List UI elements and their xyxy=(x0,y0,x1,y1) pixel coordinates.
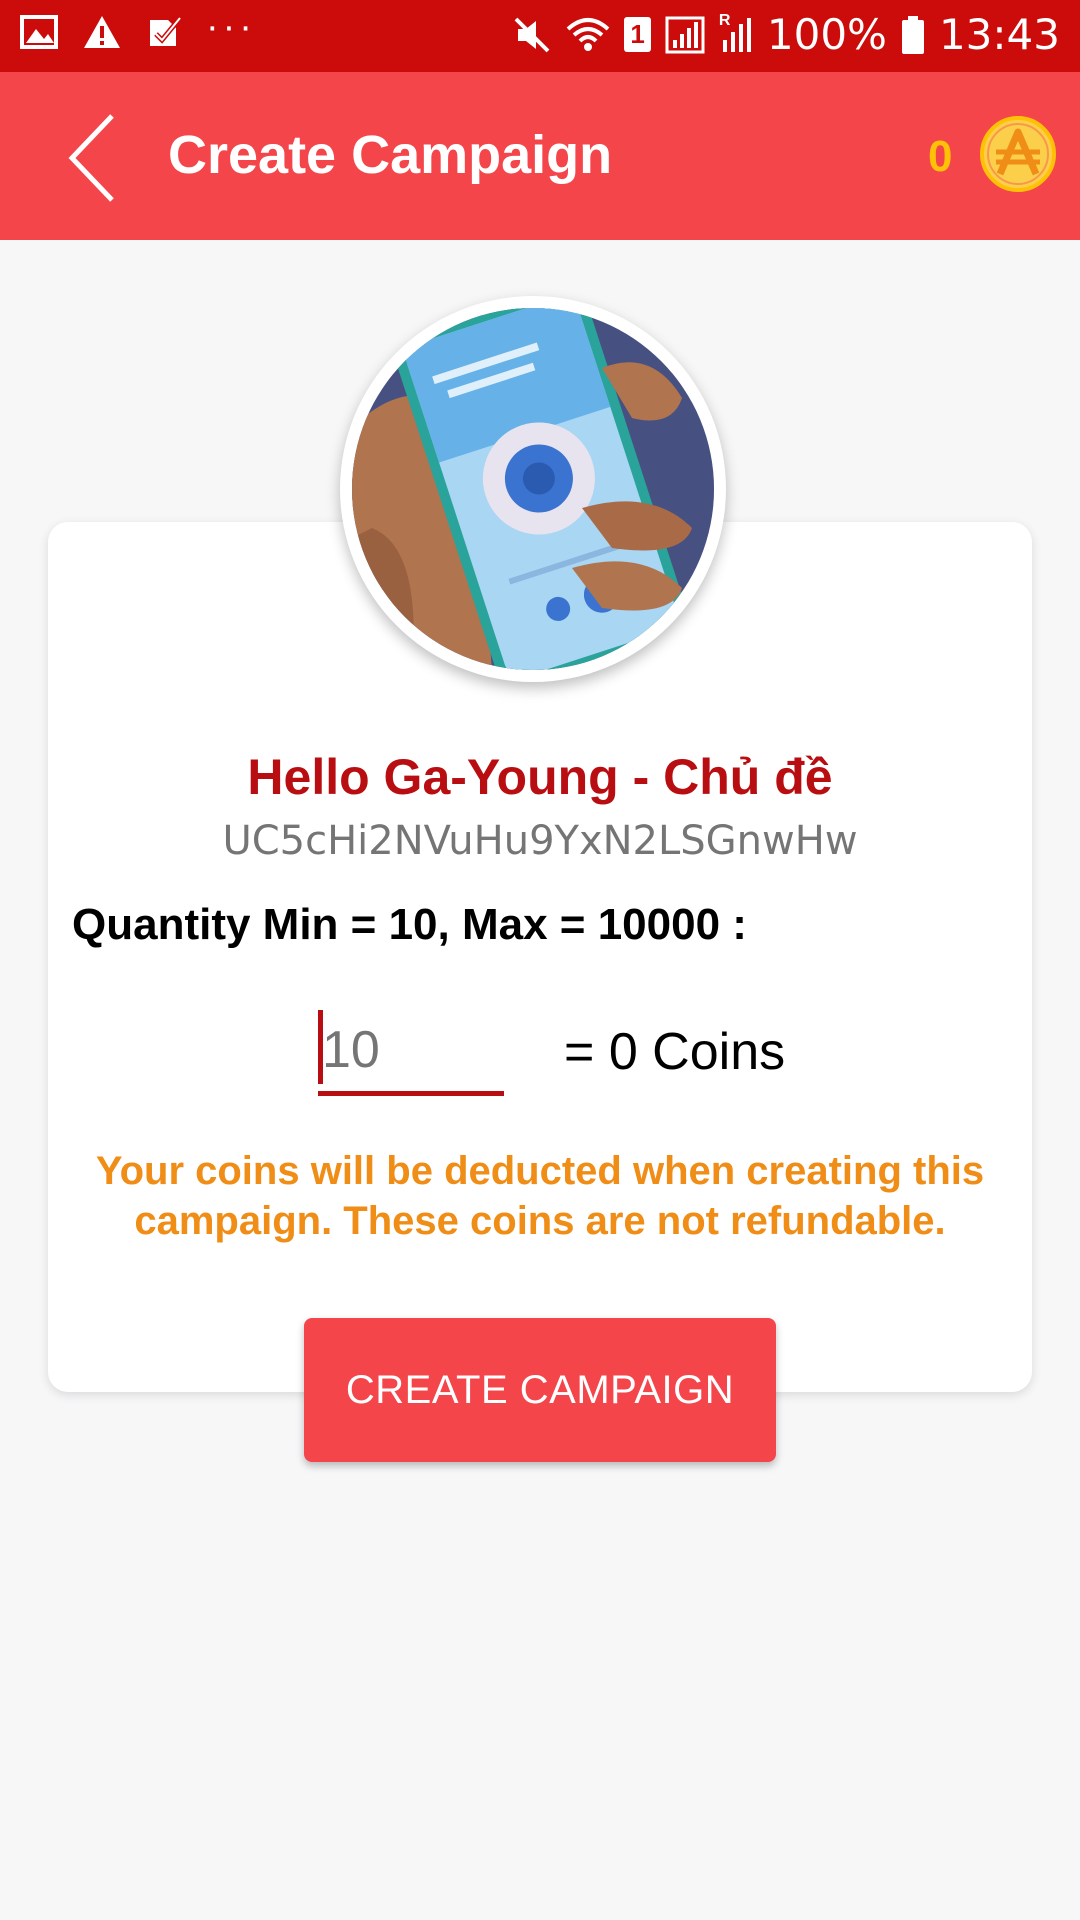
quantity-input[interactable] xyxy=(318,1008,504,1096)
roaming-label: R xyxy=(718,11,731,29)
more-notifications-icon: ··· xyxy=(206,5,256,48)
coin-icon[interactable] xyxy=(978,114,1058,194)
sim-icon: 1 xyxy=(624,17,651,52)
channel-id: UC5cHi2NVuHu9YxN2LSGnwHw xyxy=(222,818,858,864)
back-button[interactable] xyxy=(62,110,142,206)
coins-cost-text: = 0 Coins xyxy=(564,1023,786,1081)
refund-warning: Your coins will be deducted when creatin… xyxy=(95,1149,985,1243)
quantity-label: Quantity Min = 10, Max = 10000 : xyxy=(72,900,747,949)
mute-icon xyxy=(512,15,552,55)
video-thumbnail xyxy=(340,296,726,682)
coin-balance: 0 xyxy=(928,132,953,181)
signal-icon xyxy=(665,16,705,54)
wifi-icon xyxy=(566,17,610,53)
battery-percent: 100% xyxy=(766,10,887,59)
page-title: Create Campaign xyxy=(168,125,613,185)
battery-icon xyxy=(901,15,925,55)
warning-icon xyxy=(82,14,122,50)
back-arrow-icon xyxy=(68,114,114,202)
task-check-icon xyxy=(146,14,182,50)
text-cursor xyxy=(318,1010,323,1084)
status-bar: ··· 1 R 100% 13:43 xyxy=(0,0,1080,72)
gallery-icon xyxy=(20,15,58,49)
signal-roaming-icon: R xyxy=(719,12,753,54)
clock: 13:43 xyxy=(938,10,1060,59)
video-title: Hello Ga-Young - Chủ đề xyxy=(247,749,833,805)
app-bar: Create Campaign 0 xyxy=(0,72,1080,240)
create-campaign-button[interactable]: CREATE CAMPAIGN xyxy=(304,1318,776,1462)
